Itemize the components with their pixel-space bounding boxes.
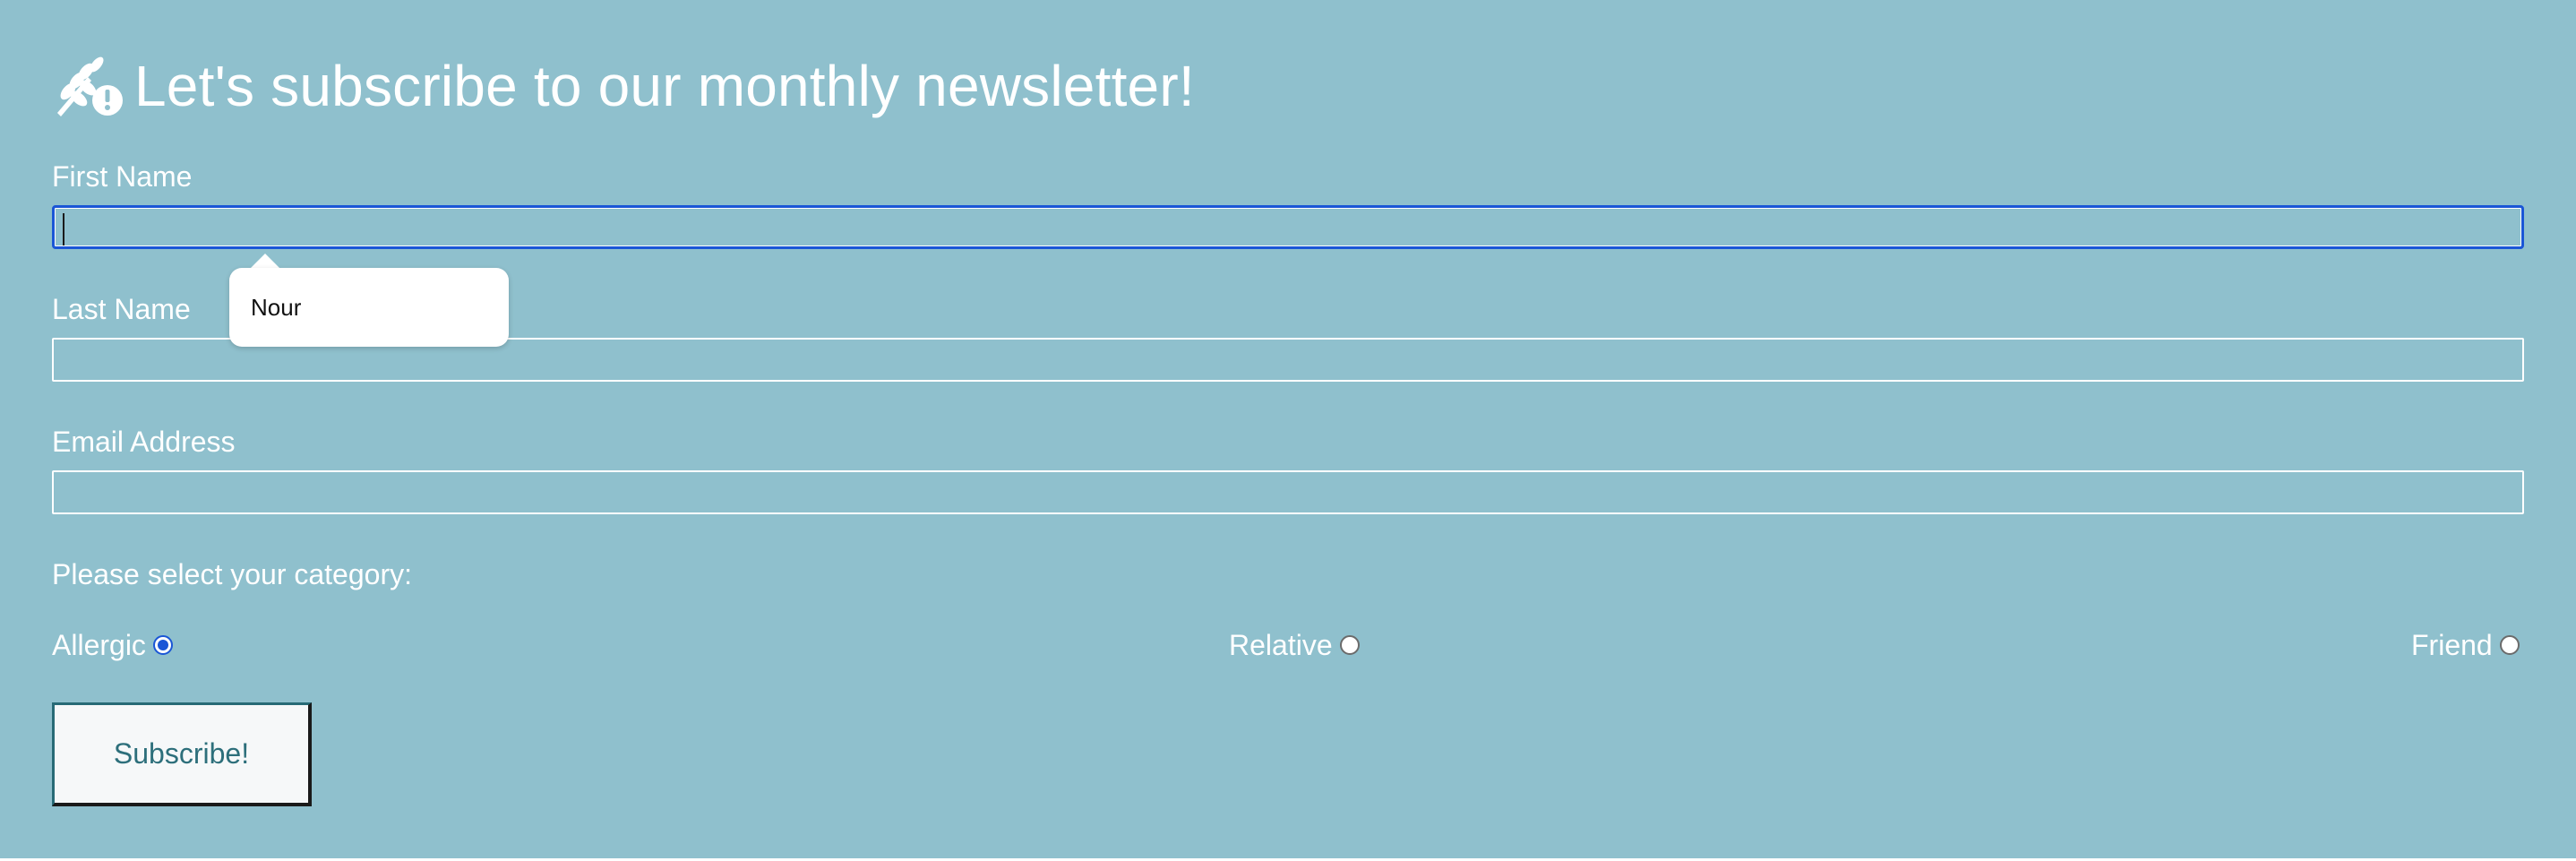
radio-option-relative[interactable]: Relative: [1229, 627, 1360, 663]
autocomplete-suggestion-text: Nour: [251, 293, 302, 321]
first-name-label: First Name: [52, 160, 193, 193]
first-name-field[interactable]: [52, 205, 2524, 249]
email-label: Email Address: [52, 426, 236, 458]
radio-label-relative: Relative: [1229, 628, 1333, 661]
radio-option-allergic[interactable]: Allergic: [52, 627, 173, 663]
subscribe-button[interactable]: Subscribe!: [52, 702, 312, 806]
email-field[interactable]: [52, 470, 2524, 514]
allergen-warning-icon: [57, 56, 123, 116]
newsletter-panel: Let's subscribe to our monthly newslette…: [0, 0, 2576, 858]
radio-relative[interactable]: [1339, 635, 1360, 655]
page-title: Let's subscribe to our monthly newslette…: [52, 50, 1195, 122]
autocomplete-suggestion[interactable]: Nour: [229, 268, 509, 347]
radio-label-friend: Friend: [2411, 628, 2493, 661]
text-caret: [63, 213, 64, 245]
radio-allergic[interactable]: [152, 635, 173, 655]
radio-label-allergic: Allergic: [52, 628, 146, 661]
category-prompt: Please select your category:: [52, 558, 412, 590]
radio-friend[interactable]: [2499, 635, 2520, 655]
last-name-label: Last Name: [52, 293, 191, 325]
page-title-text: Let's subscribe to our monthly newslette…: [134, 54, 1195, 118]
radio-option-friend[interactable]: Friend: [2411, 627, 2520, 663]
